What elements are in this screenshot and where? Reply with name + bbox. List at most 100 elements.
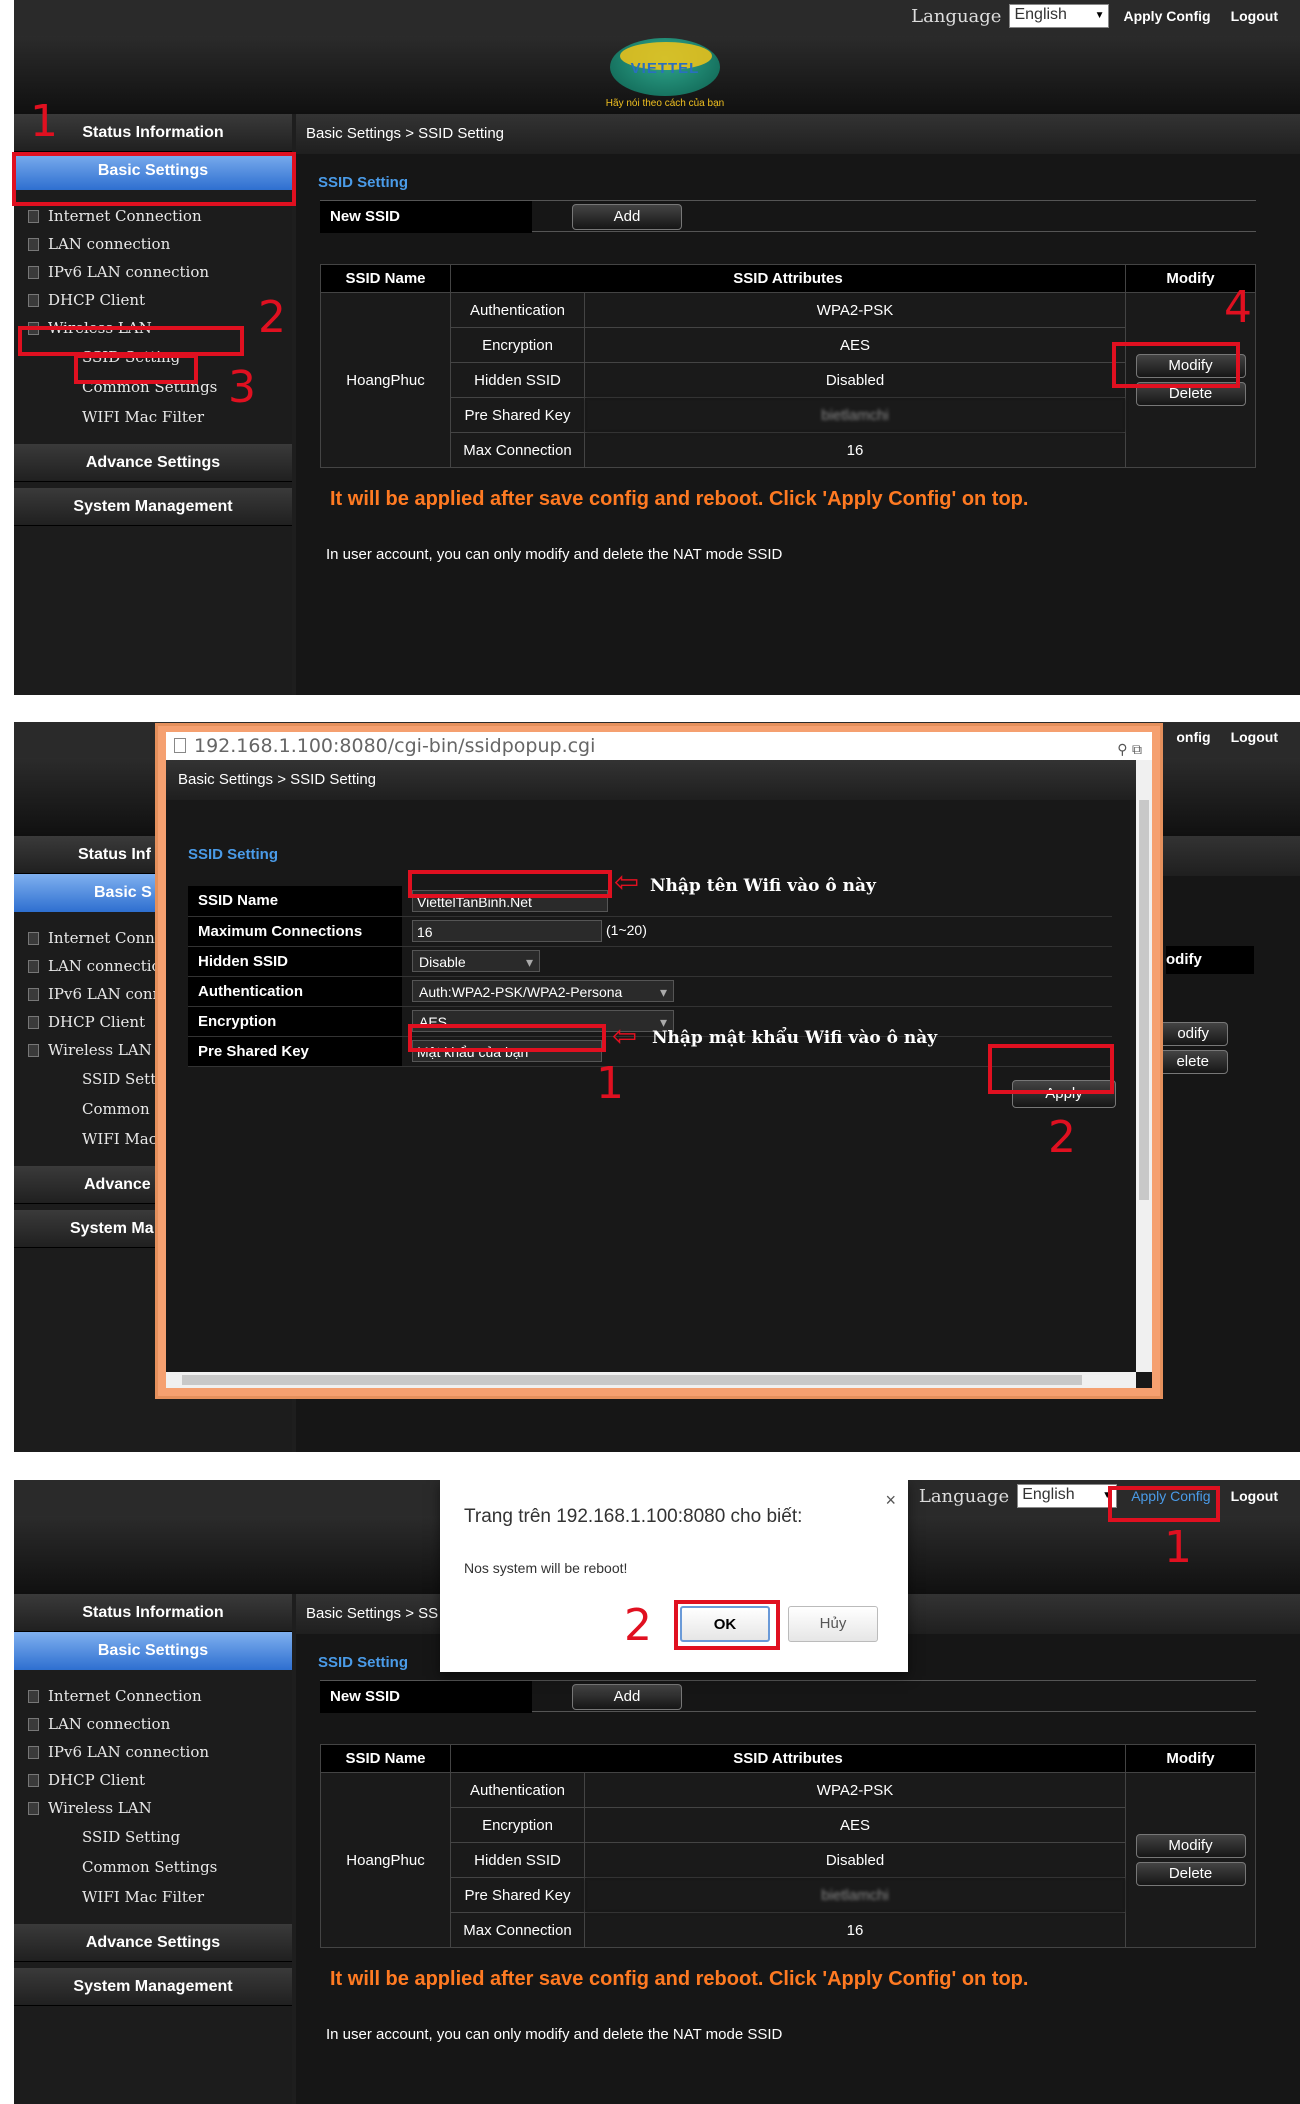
close-icon[interactable]: × <box>885 1490 896 1511</box>
nav-lan-connection[interactable]: LAN connection <box>14 1710 292 1738</box>
nav-internet-connection[interactable]: Internet Connection <box>14 202 292 230</box>
new-ssid-row: New SSID Add <box>320 1680 1256 1713</box>
nav-label: Internet Connection <box>48 207 202 225</box>
attr-label: Max Connection <box>450 432 585 468</box>
modify-button[interactable]: odify <box>1158 1022 1228 1046</box>
page-icon <box>28 1718 39 1731</box>
margin <box>0 722 14 1452</box>
scroll-thumb[interactable] <box>182 1375 1082 1385</box>
margin <box>0 1480 14 2104</box>
field-label: Authentication <box>188 976 402 1007</box>
nav-label: DHCP Client <box>48 1013 146 1031</box>
dialog-message: Nos system will be reboot! <box>464 1560 628 1576</box>
nav-label: IPv6 LAN connection <box>48 1743 210 1761</box>
field-label: Maximum Connections <box>188 916 402 947</box>
breadcrumb: Basic Settings > SSID Setting <box>296 114 1300 154</box>
attr-value: WPA2-PSK <box>584 1772 1126 1808</box>
logout-link[interactable]: Logout <box>1225 5 1284 27</box>
highlight-apply-config <box>1108 1486 1220 1522</box>
annotation-number: 2 <box>258 292 286 343</box>
nav-dhcp-client[interactable]: DHCP Client <box>14 1766 292 1794</box>
nav-ipv6-lan[interactable]: IPv6 LAN connection <box>14 1738 292 1766</box>
attr-value: bietlamchi <box>584 1877 1126 1913</box>
nav-internet-connection[interactable]: Internet Connection <box>14 1682 292 1710</box>
ssid-name-cell: HoangPhuc <box>320 1772 451 1948</box>
range-hint: (1~20) <box>606 921 647 938</box>
highlight-wireless-lan <box>18 326 244 356</box>
nav-label: Internet Connection <box>48 1687 202 1705</box>
margin <box>0 0 14 695</box>
max-connections-input[interactable]: 16 <box>412 920 602 942</box>
add-button[interactable]: Add <box>572 1684 682 1710</box>
apply-config-link[interactable]: Apply Config <box>1117 5 1216 27</box>
nav-ssid-setting[interactable]: SSID Setting <box>14 1822 292 1852</box>
top-nav: onfig Logout <box>1170 726 1284 748</box>
attr-label: Max Connection <box>450 1912 585 1948</box>
add-button[interactable]: Add <box>572 204 682 230</box>
page-icon <box>28 988 39 1001</box>
ssid-name-cell: HoangPhuc <box>320 292 451 468</box>
nav-wifi-mac-filter[interactable]: WIFI Mac Filter <box>14 1882 292 1912</box>
delete-button[interactable]: Delete <box>1135 1862 1246 1886</box>
nav-advance-settings[interactable]: Advance Settings <box>14 444 292 482</box>
nav-system-management[interactable]: System Management <box>14 488 292 526</box>
nav-label: LAN connectio <box>48 957 161 975</box>
attr-value: AES <box>584 327 1126 363</box>
vertical-scrollbar[interactable] <box>1136 760 1152 1372</box>
attr-value: 16 <box>584 432 1126 468</box>
top-bar: Language English Apply Config Logout <box>14 0 1300 36</box>
logout-link[interactable]: Logout <box>1225 1485 1284 1507</box>
col-ssid-attributes: SSID Attributes <box>450 264 1126 293</box>
highlight-basic-settings <box>12 152 296 206</box>
nav-lan-connection[interactable]: LAN connection <box>14 230 292 258</box>
scroll-thumb[interactable] <box>1139 800 1149 1200</box>
language-select[interactable]: English <box>1017 1484 1118 1508</box>
attr-value: WPA2-PSK <box>584 292 1126 328</box>
modify-button[interactable]: Modify <box>1135 1834 1246 1858</box>
viettel-logo: VIETTEL Hãy nói theo cách của bạn <box>606 36 724 116</box>
field-value: Disable <box>402 946 1112 977</box>
popup-section-title: SSID Setting <box>188 846 279 863</box>
authentication-select[interactable]: Auth:WPA2-PSK/WPA2-Persona <box>412 980 674 1002</box>
page-icon <box>28 932 39 945</box>
highlight-modify <box>1112 342 1240 388</box>
page-icon <box>28 1690 39 1703</box>
delete-button[interactable]: elete <box>1158 1050 1228 1074</box>
cancel-button[interactable]: Hủy <box>788 1606 878 1642</box>
top-nav: Language English Apply Config Logout <box>919 1484 1284 1508</box>
attr-label: Pre Shared Key <box>450 397 585 433</box>
modify-cell: Modify Delete <box>1125 1772 1256 1948</box>
annotation-number: 2 <box>624 1600 652 1651</box>
note-text: In user account, you can only modify and… <box>326 546 783 563</box>
page-icon <box>28 960 39 973</box>
nav-basic-settings[interactable]: Basic Settings <box>14 1632 292 1670</box>
attr-value: Disabled <box>584 362 1126 398</box>
nav-dhcp-client[interactable]: DHCP Client <box>14 286 292 314</box>
logout-link[interactable]: Logout <box>1225 726 1284 748</box>
attr-value: 16 <box>584 1912 1126 1948</box>
col-ssid-name: SSID Name <box>320 1744 451 1773</box>
header-banner: VIETTEL Hãy nói theo cách của bạn <box>14 36 1300 114</box>
horizontal-scrollbar[interactable] <box>166 1372 1136 1388</box>
popup-url: 192.168.1.100:8080/cgi-bin/ssidpopup.cgi <box>194 735 596 757</box>
popup-breadcrumb: Basic Settings > SSID Setting <box>166 760 1152 800</box>
attr-value: Disabled <box>584 1842 1126 1878</box>
highlight-ssid-name <box>408 870 612 898</box>
nav-status-information[interactable]: Status Information <box>14 1594 292 1632</box>
language-select[interactable]: English <box>1009 4 1110 28</box>
top-nav: Language English Apply Config Logout <box>911 4 1284 28</box>
ssid-table: SSID Name SSID Attributes Modify HoangPh… <box>320 1744 1256 1948</box>
apply-config-link[interactable]: onfig <box>1170 726 1216 748</box>
panel-apply-config: Language English Apply Config Logout Sta… <box>0 1480 1300 2104</box>
nav-wireless-lan[interactable]: Wireless LAN <box>14 1794 292 1822</box>
nav-common-settings[interactable]: Common Settings <box>14 1852 292 1882</box>
annotation-number: 2 <box>1048 1112 1076 1163</box>
nav-advance-settings[interactable]: Advance Settings <box>14 1924 292 1962</box>
nav-system-management[interactable]: System Management <box>14 1968 292 2006</box>
hidden-ssid-select[interactable]: Disable <box>412 950 540 973</box>
sidebar: Status Information Basic Settings Intern… <box>14 1594 292 2104</box>
attr-label: Hidden SSID <box>450 1842 585 1878</box>
nav-label: IPv6 LAN connection <box>48 263 210 281</box>
field-label: Encryption <box>188 1006 402 1037</box>
nav-ipv6-lan[interactable]: IPv6 LAN connection <box>14 258 292 286</box>
